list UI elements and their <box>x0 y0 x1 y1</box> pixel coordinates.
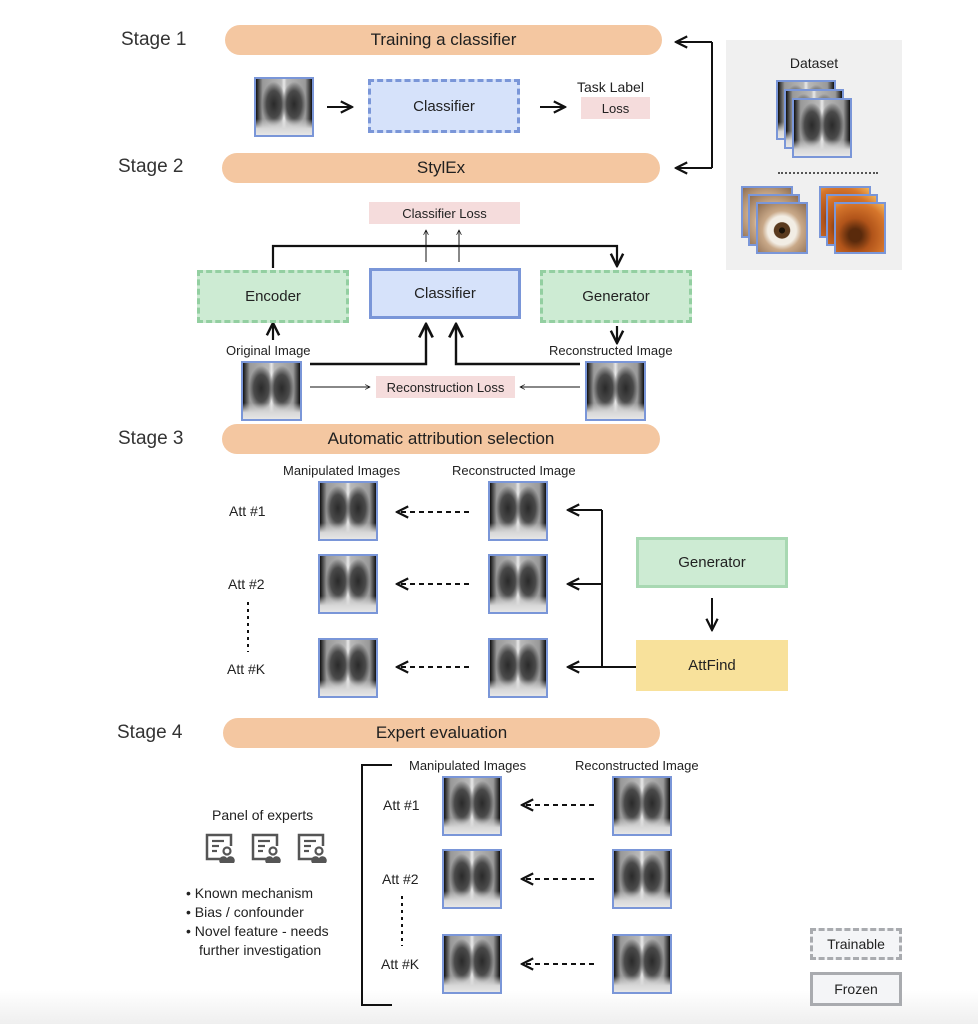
stage3-manipulated-label: Manipulated Images <box>283 463 401 478</box>
stage1-input-xray <box>254 77 314 137</box>
stage3-generator-box: Generator <box>636 537 788 588</box>
stage4-reconstructed-xray-2 <box>612 849 672 909</box>
stage3-manipulated-xray-1 <box>318 481 378 541</box>
stage3-reconstructed-xray-k <box>488 638 548 698</box>
outcome-item: • Known mechanism <box>186 885 314 901</box>
dataset-eye-3 <box>756 202 808 254</box>
task-label-text: Task Label <box>577 79 644 95</box>
reconstruction-loss-box: Reconstruction Loss <box>376 376 515 398</box>
original-xray <box>241 361 302 421</box>
encoder-box: Encoder <box>197 270 349 323</box>
stage3-manipulated-xray-k <box>318 638 378 698</box>
stage4-reconstructed-label: Reconstructed Image <box>575 758 699 773</box>
reconstructed-image-label: Reconstructed Image <box>549 343 673 358</box>
stage3-reconstructed-xray-1 <box>488 481 548 541</box>
stage3-att-2: Att #2 <box>228 576 265 592</box>
stage4-att-2: Att #2 <box>382 871 419 887</box>
legend-trainable: Trainable <box>810 928 902 960</box>
attfind-box: AttFind <box>636 640 788 691</box>
dataset-panel: Dataset <box>726 40 902 270</box>
classifier-loss-box: Classifier Loss <box>369 202 520 224</box>
stage2-generator-box: Generator <box>540 270 692 323</box>
panel-of-experts-title: Panel of experts <box>212 807 314 823</box>
expert-icon <box>251 833 281 863</box>
dataset-title: Dataset <box>789 55 839 71</box>
stage4-manipulated-xray-1 <box>442 776 502 836</box>
stage4-att-1: Att #1 <box>383 797 420 813</box>
stage4-manipulated-xray-k <box>442 934 502 994</box>
reconstructed-xray <box>585 361 646 421</box>
dataset-fundus-3 <box>834 202 886 254</box>
task-loss-box: Loss <box>581 97 650 119</box>
outcome-item: • Novel feature - needs <box>186 923 329 939</box>
stage3-att-1: Att #1 <box>229 503 266 519</box>
legend-frozen: Frozen <box>810 972 902 1006</box>
expert-icons <box>204 832 330 866</box>
outcome-item-continued: further investigation <box>199 942 322 958</box>
stage2-classifier-box: Classifier <box>369 268 521 319</box>
stage3-att-k: Att #K <box>227 661 266 677</box>
dataset-divider <box>778 172 878 174</box>
outcome-item: • Bias / confounder <box>186 904 304 920</box>
stage3-reconstructed-label: Reconstructed Image <box>452 463 576 478</box>
stage4-att-k: Att #K <box>381 956 420 972</box>
expert-icon <box>205 833 235 863</box>
stage4-manipulated-xray-2 <box>442 849 502 909</box>
expert-outcomes-list: • Known mechanism • Bias / confounder • … <box>186 884 329 960</box>
stage3-manipulated-xray-2 <box>318 554 378 614</box>
stage4-reconstructed-xray-k <box>612 934 672 994</box>
stage3-reconstructed-xray-2 <box>488 554 548 614</box>
stage4-reconstructed-xray-1 <box>612 776 672 836</box>
stage1-classifier-box: Classifier <box>368 79 520 133</box>
original-image-label: Original Image <box>226 343 311 358</box>
stage4-manipulated-label: Manipulated Images <box>409 758 527 773</box>
dataset-bracket-arrows <box>676 42 713 168</box>
dataset-xray-3 <box>792 98 852 158</box>
expert-icon <box>297 833 327 863</box>
